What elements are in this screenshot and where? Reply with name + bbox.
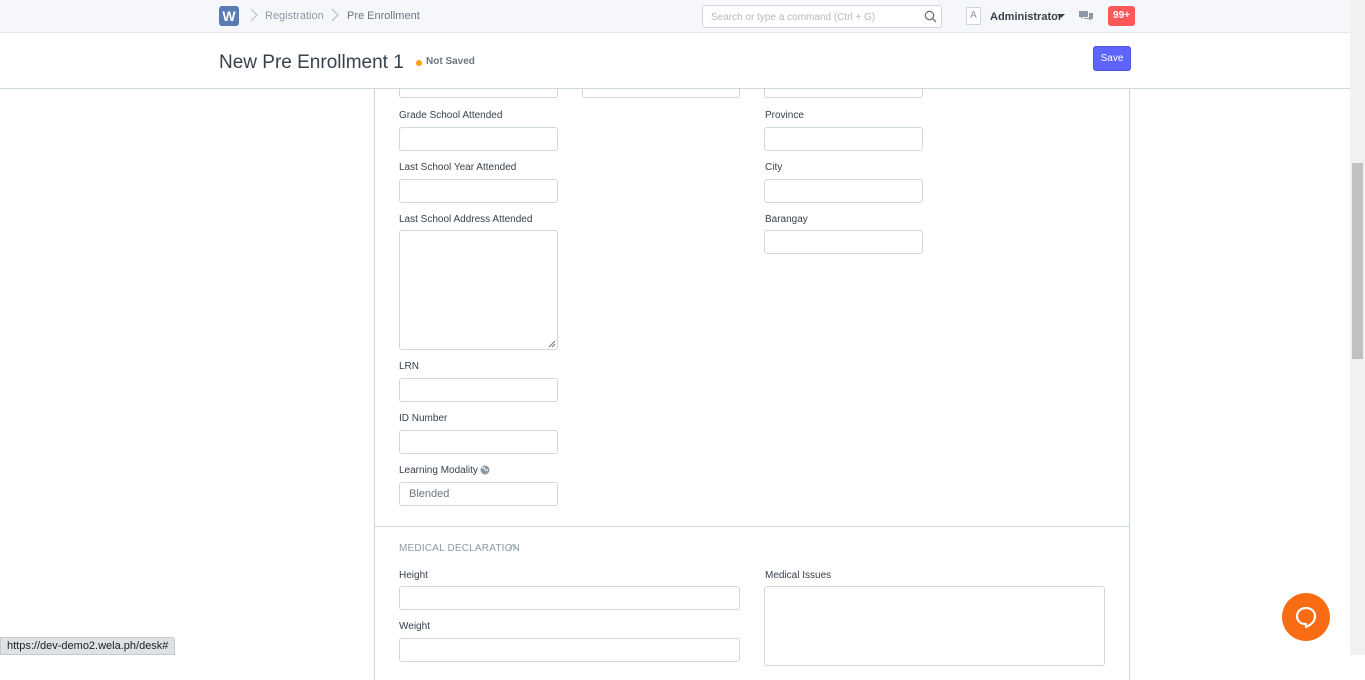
province-input[interactable] bbox=[764, 127, 923, 151]
last-school-address-label: Last School Address Attended bbox=[399, 214, 533, 225]
search-icon[interactable] bbox=[924, 10, 937, 23]
avatar[interactable]: A bbox=[966, 7, 981, 25]
resize-handle-icon[interactable] bbox=[548, 340, 556, 348]
medical-issues-label: Medical Issues bbox=[765, 570, 832, 581]
id-number-input[interactable] bbox=[399, 430, 558, 454]
height-label: Height bbox=[399, 570, 428, 581]
barangay-input[interactable] bbox=[764, 230, 923, 254]
app-logo[interactable]: W bbox=[219, 6, 239, 26]
weight-input[interactable] bbox=[399, 638, 740, 662]
support-chat-button[interactable] bbox=[1282, 593, 1330, 641]
city-input[interactable] bbox=[764, 179, 923, 203]
medical-declaration-section-title[interactable]: MEDICAL DECLARATION bbox=[399, 543, 520, 554]
medical-issues-textarea[interactable] bbox=[764, 586, 1105, 666]
barangay-label: Barangay bbox=[765, 214, 808, 225]
learning-modality-input[interactable]: Blended bbox=[399, 482, 558, 506]
chevron-up-icon[interactable] bbox=[508, 543, 517, 551]
lrn-label: LRN bbox=[399, 361, 420, 372]
chevron-right-icon bbox=[331, 8, 339, 22]
breadcrumb-registration[interactable]: Registration bbox=[265, 10, 324, 22]
section-divider bbox=[375, 526, 1130, 527]
id-number-label: ID Number bbox=[399, 413, 448, 424]
last-school-address-textarea[interactable] bbox=[399, 230, 558, 350]
grade-school-label: Grade School Attended bbox=[399, 110, 503, 121]
weight-label: Weight bbox=[399, 621, 430, 632]
last-school-year-input[interactable] bbox=[399, 179, 558, 203]
search-input[interactable]: Search or type a command (Ctrl + G) bbox=[702, 5, 942, 28]
user-menu[interactable]: Administrator bbox=[990, 11, 1062, 23]
save-button[interactable]: Save bbox=[1093, 46, 1131, 71]
breadcrumb-pre-enrollment[interactable]: Pre Enrollment bbox=[347, 10, 420, 22]
chat-icon[interactable] bbox=[1079, 10, 1093, 22]
city-label: City bbox=[765, 162, 783, 173]
page-head: New Pre Enrollment 1 Not Saved Save bbox=[0, 33, 1350, 89]
notification-badge[interactable]: 99+ bbox=[1108, 6, 1135, 26]
chat-bubble-icon bbox=[1295, 606, 1317, 629]
grade-school-input[interactable] bbox=[399, 127, 558, 151]
province-label: Province bbox=[765, 110, 804, 121]
height-input[interactable] bbox=[399, 586, 740, 610]
top-navbar: W Registration Pre Enrollment Search or … bbox=[0, 0, 1350, 33]
last-school-year-label: Last School Year Attended bbox=[399, 162, 517, 173]
status-badge: Not Saved bbox=[426, 56, 475, 67]
learning-modality-label: Learning Modality bbox=[399, 465, 478, 476]
chevron-right-icon bbox=[250, 8, 258, 22]
caret-down-icon[interactable] bbox=[1057, 14, 1065, 18]
globe-icon bbox=[480, 465, 490, 475]
scrollbar-thumb[interactable] bbox=[1352, 163, 1363, 359]
browser-status-url: https://dev-demo2.wela.ph/desk# bbox=[0, 637, 176, 655]
page-title: New Pre Enrollment 1 bbox=[219, 52, 404, 73]
status-indicator-dot bbox=[416, 60, 422, 66]
lrn-input[interactable] bbox=[399, 378, 558, 402]
